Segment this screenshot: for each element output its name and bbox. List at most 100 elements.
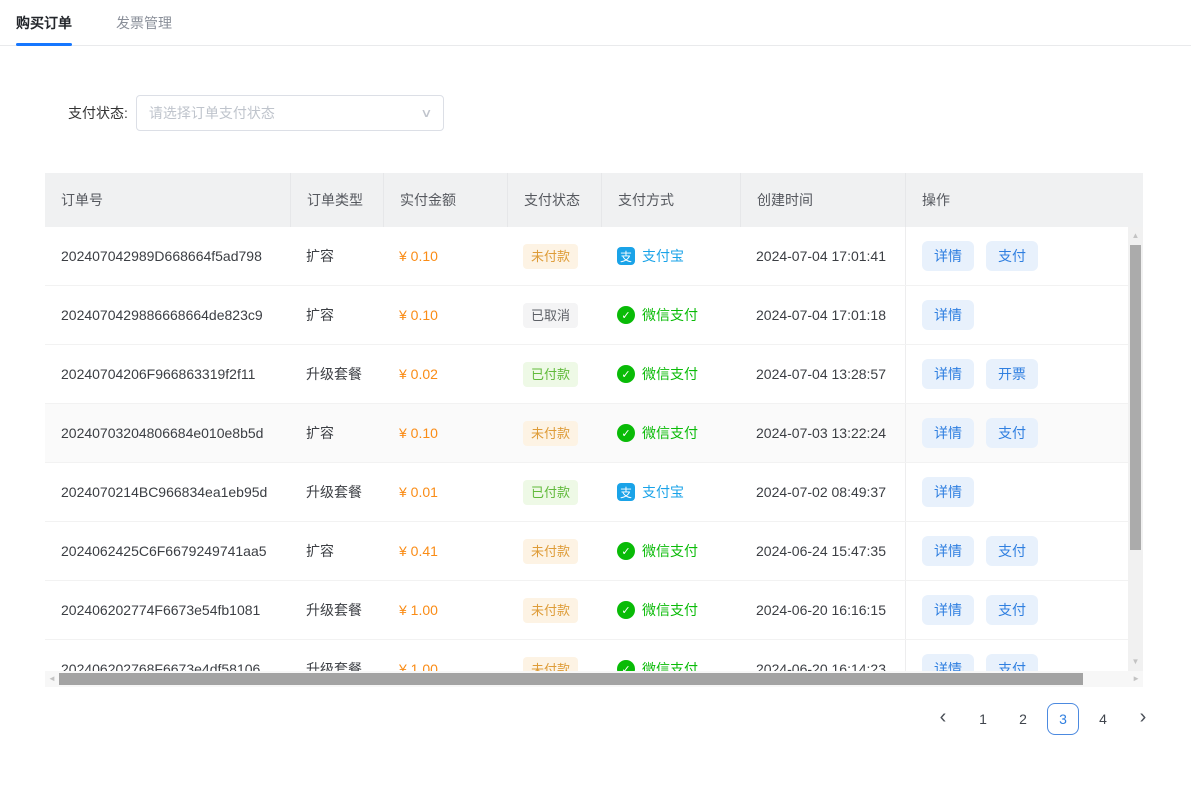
scroll-down-icon[interactable]: ▼ [1128,658,1143,666]
tab-bar: 购买订单 发票管理 [0,0,1191,46]
created-time: 2024-07-04 17:01:18 [756,307,886,323]
scroll-up-icon[interactable]: ▲ [1128,232,1143,240]
payment-method-label: 微信支付 [642,364,698,384]
status-badge: 未付款 [523,421,578,446]
order-type: 扩容 [306,541,334,561]
horizontal-scrollbar-thumb[interactable] [59,673,1083,685]
prev-page-button[interactable]: ‹ [927,703,959,735]
wechat-pay-icon: ✓ [617,542,635,560]
column-header-order-type: 订单类型 [290,173,383,227]
scroll-right-icon[interactable]: ► [1132,675,1140,683]
order-type: 升级套餐 [306,600,362,620]
created-time: 2024-07-03 13:22:24 [756,425,886,441]
table-row: 20240703204806684e010e8b5d扩容¥ 0.10未付款✓微信… [45,404,1128,463]
status-badge: 未付款 [523,598,578,623]
paid-amount: ¥ 1.00 [399,602,438,618]
detail-button[interactable]: 详情 [922,595,974,625]
paid-amount: ¥ 1.00 [399,661,438,671]
wechat-pay-icon: ✓ [617,365,635,383]
order-number: 2024062425C6F6679249741aa5 [61,543,267,559]
status-badge: 已付款 [523,362,578,387]
created-time: 2024-06-20 16:16:15 [756,602,886,618]
pay-button[interactable]: 支付 [986,595,1038,625]
page-3-button[interactable]: 3 [1047,703,1079,735]
pay-button[interactable]: 支付 [986,241,1038,271]
paid-amount: ¥ 0.41 [399,543,438,559]
actions-cell: 详情支付 [905,404,1128,462]
payment-method-label: 微信支付 [642,305,698,325]
detail-button[interactable]: 详情 [922,359,974,389]
vertical-scrollbar[interactable]: ▲ ▼ [1128,227,1143,671]
created-time: 2024-07-04 13:28:57 [756,366,886,382]
table-row: 202406202774F6673e54fb1081升级套餐¥ 1.00未付款✓… [45,581,1128,640]
order-type: 升级套餐 [306,659,362,671]
detail-button[interactable]: 详情 [922,654,974,671]
detail-button[interactable]: 详情 [922,418,974,448]
invoice-button[interactable]: 开票 [986,359,1038,389]
payment-status-select[interactable]: 请选择订单支付状态 ∨ [136,95,444,131]
pay-button[interactable]: 支付 [986,654,1038,671]
detail-button[interactable]: 详情 [922,300,974,330]
order-number: 202406202774F6673e54fb1081 [61,602,260,618]
paid-amount: ¥ 0.02 [399,366,438,382]
actions-cell: 详情支付 [905,227,1128,285]
detail-button[interactable]: 详情 [922,241,974,271]
status-badge: 未付款 [523,657,578,672]
page: 购买订单 发票管理 支付状态: 请选择订单支付状态 ∨ 订单号 订单类型 实付金… [0,0,1191,794]
orders-table: 订单号 订单类型 实付金额 支付状态 支付方式 创建时间 操作 20240704… [45,173,1143,687]
order-type: 升级套餐 [306,364,362,384]
next-page-button[interactable]: › [1127,703,1159,735]
paid-amount: ¥ 0.10 [399,307,438,323]
actions-cell: 详情 [905,286,1128,344]
order-type: 扩容 [306,423,334,443]
tab-label: 发票管理 [116,13,172,33]
column-header-order-no: 订单号 [45,173,290,227]
tab-invoice-management[interactable]: 发票管理 [116,0,172,45]
select-placeholder: 请选择订单支付状态 [149,103,275,123]
tab-purchase-orders[interactable]: 购买订单 [16,0,72,45]
table-row: 2024070214BC966834ea1eb95d升级套餐¥ 0.01已付款支… [45,463,1128,522]
scroll-left-icon[interactable]: ◄ [48,675,56,683]
detail-button[interactable]: 详情 [922,536,974,566]
created-time: 2024-06-24 15:47:35 [756,543,886,559]
pay-button[interactable]: 支付 [986,536,1038,566]
wechat-pay-icon: ✓ [617,660,635,671]
page-4-button[interactable]: 4 [1087,703,1119,735]
table-row: 202407042989D668664f5ad798扩容¥ 0.10未付款支支付… [45,227,1128,286]
column-header-created: 创建时间 [740,173,905,227]
actions-cell: 详情开票 [905,345,1128,403]
paid-amount: ¥ 0.10 [399,248,438,264]
table-header: 订单号 订单类型 实付金额 支付状态 支付方式 创建时间 操作 [45,173,1143,227]
status-badge: 已取消 [523,303,578,328]
created-time: 2024-07-04 17:01:41 [756,248,886,264]
column-header-method: 支付方式 [601,173,740,227]
table-row: 202406202768F6673e4df58106 升级套餐 ¥ 1.00 未付款 ✓… [45,640,1128,671]
table-row: 20240704206F966863319f2f11升级套餐¥ 0.02已付款✓… [45,345,1128,404]
payment-method-label: 支付宝 [642,482,684,502]
actions-cell: 详情支付 [905,640,1128,671]
order-number: 2024070214BC966834ea1eb95d [61,484,267,500]
wechat-pay-icon: ✓ [617,424,635,442]
paid-amount: ¥ 0.10 [399,425,438,441]
pay-button[interactable]: 支付 [986,418,1038,448]
order-type: 扩容 [306,246,334,266]
detail-button[interactable]: 详情 [922,477,974,507]
alipay-icon: 支 [617,247,635,265]
pagination: ‹ 1 2 3 4 › [927,703,1159,735]
page-2-button[interactable]: 2 [1007,703,1039,735]
alipay-icon: 支 [617,483,635,501]
order-number: 20240703204806684e010e8b5d [61,425,263,441]
vertical-scrollbar-thumb[interactable] [1130,245,1141,550]
table-body: 202407042989D668664f5ad798扩容¥ 0.10未付款支支付… [45,227,1128,671]
page-1-button[interactable]: 1 [967,703,999,735]
order-number: 202406202768F6673e4df58106 [61,661,260,671]
horizontal-scrollbar[interactable]: ◄ ► [45,671,1143,687]
actions-cell: 详情 [905,463,1128,521]
actions-cell: 详情支付 [905,581,1128,639]
filter-row: 支付状态: 请选择订单支付状态 ∨ [68,95,444,131]
status-badge: 未付款 [523,244,578,269]
column-header-amount: 实付金额 [383,173,507,227]
column-header-actions: 操作 [905,173,1143,227]
tab-label: 购买订单 [16,13,72,33]
order-number: 2024070429886668664de823c9 [61,307,263,323]
